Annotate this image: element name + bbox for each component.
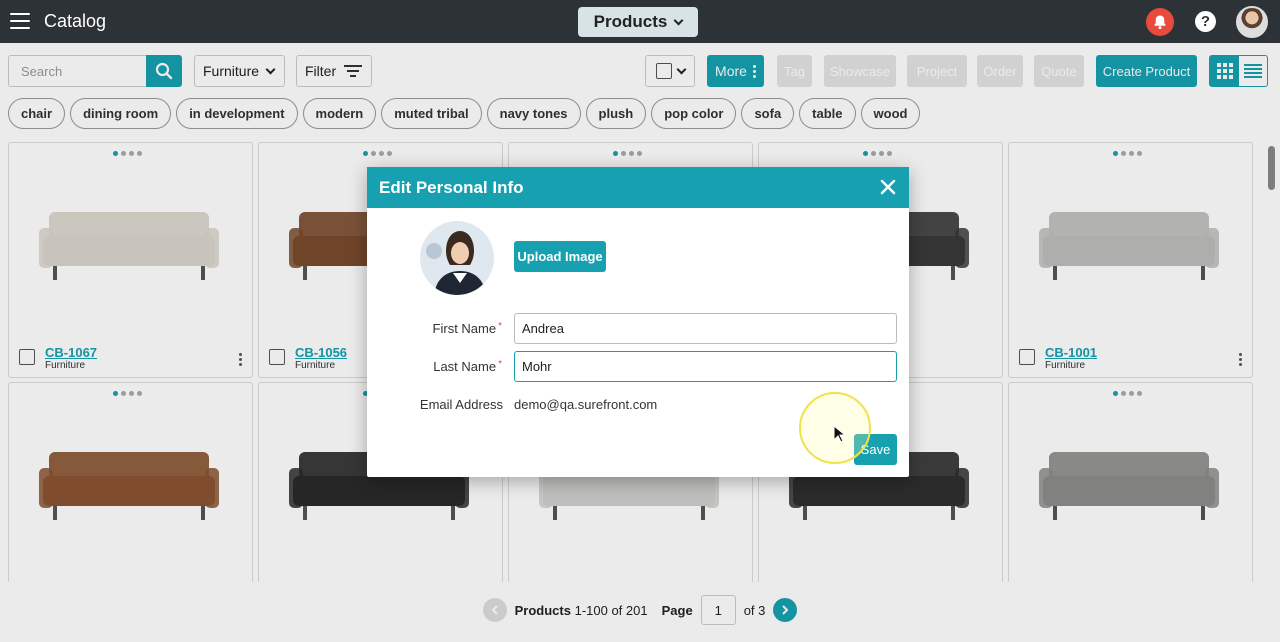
user-avatar[interactable] xyxy=(1236,6,1268,38)
menu-icon[interactable] xyxy=(10,13,30,29)
modal-header: Edit Personal Info xyxy=(367,167,909,208)
mouse-cursor-icon xyxy=(833,425,845,443)
email-value: demo@qa.surefront.com xyxy=(514,397,658,412)
app-root: Catalog Products ? Search Furniture Filt… xyxy=(0,0,1280,642)
section-selector[interactable]: Products xyxy=(578,7,698,37)
chevron-down-icon xyxy=(673,15,684,25)
email-label: Email Address xyxy=(419,397,503,412)
top-bar: Catalog Products ? xyxy=(0,0,1280,43)
first-name-label: First Name * xyxy=(432,321,502,336)
last-name-label: Last Name * xyxy=(433,359,502,374)
section-selector-label: Products xyxy=(593,12,668,31)
app-title: Catalog xyxy=(44,11,107,31)
close-icon[interactable] xyxy=(879,178,897,196)
modal-title: Edit Personal Info xyxy=(379,177,524,197)
notification-bell-icon[interactable] xyxy=(1146,8,1174,36)
first-name-field[interactable]: Andrea xyxy=(514,313,897,344)
profile-photo xyxy=(420,221,494,295)
upload-image-button[interactable]: Upload Image xyxy=(514,241,606,272)
last-name-field[interactable]: Mohr xyxy=(514,351,897,382)
help-icon[interactable]: ? xyxy=(1195,11,1216,32)
